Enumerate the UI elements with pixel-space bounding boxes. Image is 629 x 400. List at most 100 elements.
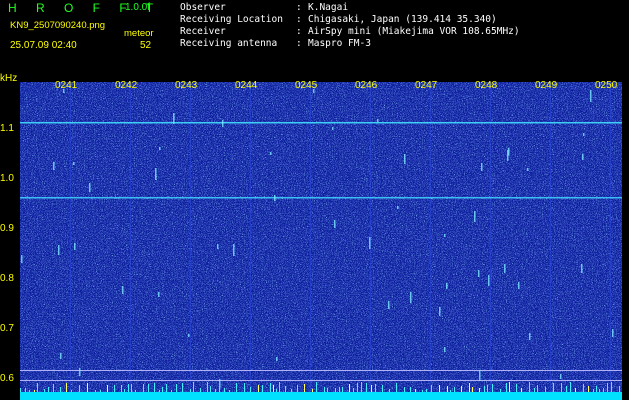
baseline-spike: [60, 387, 61, 392]
baseline-spike: [619, 386, 620, 392]
meteor-echo: [410, 292, 412, 303]
baseline-spike: [389, 389, 390, 392]
baseline-spike: [396, 383, 397, 392]
meteor-echo: [122, 286, 124, 294]
baseline-spike: [426, 389, 427, 392]
spectrogram-canvas: [20, 82, 622, 400]
x-tick-label: 0243: [175, 80, 198, 91]
baseline-spike: [472, 387, 473, 392]
baseline-band: [20, 392, 622, 400]
meteor-echo: [74, 243, 76, 250]
baseline-spike: [529, 382, 530, 392]
baseline-spike: [339, 387, 340, 392]
meteor-echo: [404, 154, 406, 164]
carrier-line: [20, 122, 622, 124]
baseline-spike: [148, 384, 149, 392]
baseline-spike: [270, 383, 271, 392]
baseline-spike: [207, 382, 208, 392]
baseline-spike: [229, 390, 230, 392]
x-tick-label: 0245: [295, 80, 318, 91]
y-tick-label: 0.9: [0, 223, 14, 234]
minute-grid-line: [190, 82, 191, 392]
baseline-spike: [244, 383, 245, 392]
minute-grid-line: [310, 82, 311, 392]
baseline-spike: [297, 385, 298, 392]
meteor-echo: [89, 183, 91, 192]
baseline-spike: [454, 387, 455, 392]
meteor-echo: [21, 255, 23, 263]
baseline-spike: [250, 387, 251, 392]
y-tick-label: 0.8: [0, 273, 14, 284]
baseline-spike: [159, 390, 160, 392]
baseline-spike: [128, 384, 129, 392]
baseline-spike: [561, 383, 562, 392]
baseline-spike: [190, 389, 191, 392]
minute-grid-line: [70, 82, 71, 392]
meteor-echo: [560, 374, 562, 379]
baseline-spike: [53, 384, 54, 392]
observer-value: K.Nagai: [308, 2, 349, 13]
meteor-echo: [332, 127, 334, 130]
location-value: Chigasaki, Japan (139.414 35.340): [308, 14, 497, 25]
meteor-label: meteor: [124, 28, 154, 39]
baseline-spike: [200, 388, 201, 392]
baseline-spike: [100, 390, 101, 392]
baseline-spike: [107, 385, 108, 392]
meteor-echo: [155, 168, 157, 180]
location-separator: :: [296, 14, 302, 25]
baseline-spike: [410, 387, 411, 392]
baseline-spike: [603, 388, 604, 392]
meteor-echo: [369, 237, 371, 249]
meteor-echo: [581, 264, 583, 273]
baseline-spike: [143, 384, 144, 392]
meteor-echo: [478, 270, 480, 277]
y-tick-label: 0.6: [0, 373, 14, 384]
baseline-spike: [361, 382, 362, 392]
baseline-spike: [171, 390, 172, 392]
y-tick-label: 0.7: [0, 323, 14, 334]
minute-grid-line: [490, 82, 491, 392]
baseline-spike: [121, 385, 122, 392]
baseline-spike: [95, 390, 96, 392]
baseline-spike: [570, 382, 571, 392]
baseline-spike: [484, 386, 485, 392]
baseline-spike: [312, 389, 313, 392]
meteor-echo: [274, 195, 276, 201]
meteor-echo: [159, 147, 161, 150]
y-tick-label: 1.1: [0, 123, 14, 134]
date-time: 25.07.09 02:40: [10, 40, 77, 51]
baseline-spike: [210, 386, 211, 392]
baseline-spike: [34, 390, 35, 392]
baseline-spike: [375, 384, 376, 392]
baseline-spike: [154, 383, 155, 392]
meteor-echo: [479, 370, 481, 381]
baseline-spike: [575, 388, 576, 392]
baseline-spike: [258, 385, 259, 392]
meteor-count: 52: [140, 40, 152, 51]
meteor-echo: [158, 292, 160, 297]
baseline-spike: [219, 388, 220, 392]
baseline-spike: [71, 390, 72, 392]
x-tick-label: 0250: [595, 80, 618, 91]
meteor-echo: [481, 163, 483, 171]
baseline-spike: [500, 389, 501, 392]
baseline-spike: [553, 383, 554, 392]
baseline-spike: [335, 388, 336, 392]
reference-line: [20, 380, 622, 381]
reference-line: [20, 370, 622, 371]
baseline-spike: [404, 387, 405, 392]
baseline-spike: [135, 390, 136, 392]
meteor-echo: [53, 162, 55, 170]
meteor-echo: [73, 162, 75, 165]
meteor-echo: [377, 119, 379, 122]
antenna-value: Maspro FM-3: [308, 38, 371, 49]
meteor-echo: [529, 333, 531, 340]
baseline-spike: [534, 388, 535, 392]
x-tick-label: 0246: [355, 80, 378, 91]
baseline-spike: [291, 389, 292, 392]
y-tick-label: 1.0: [0, 173, 14, 184]
meteor-echo: [276, 357, 278, 361]
minute-grid-line: [130, 82, 131, 392]
baseline-spike: [431, 385, 432, 392]
observer-label: Observer: [180, 2, 226, 13]
